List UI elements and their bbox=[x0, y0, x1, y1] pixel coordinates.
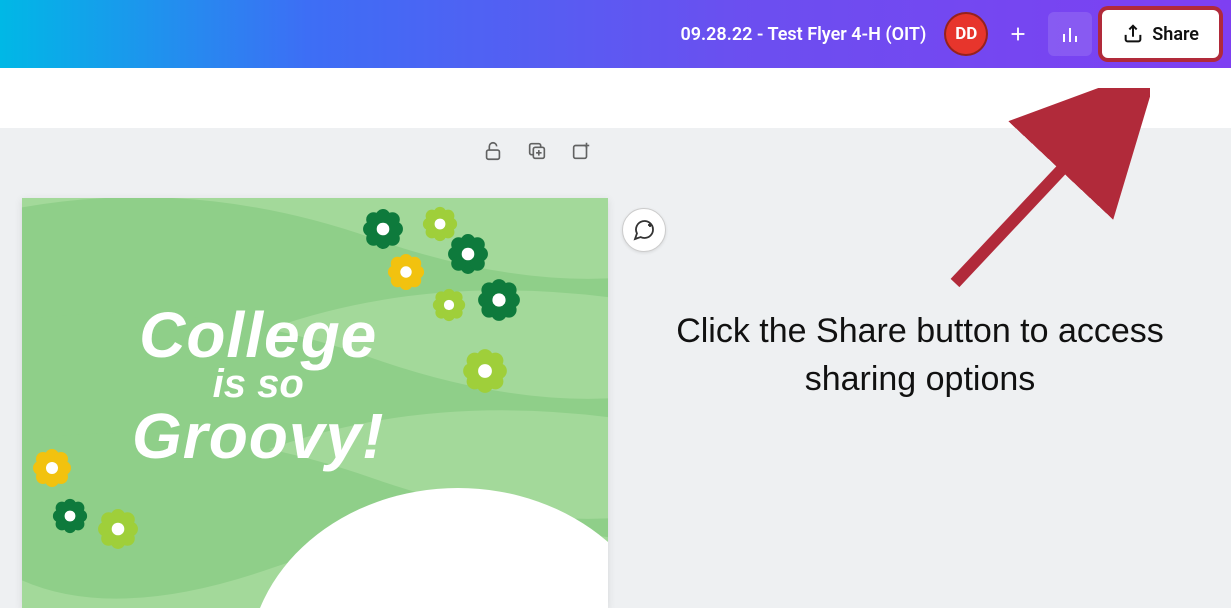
flower-icon bbox=[462, 348, 508, 394]
headline-line-1: College bbox=[132, 298, 384, 372]
page-actions bbox=[482, 140, 592, 162]
design-canvas[interactable]: College is so Groovy! bbox=[22, 198, 608, 608]
app-header: 09.28.22 - Test Flyer 4-H (OIT) DD Share bbox=[0, 0, 1231, 68]
add-page-icon[interactable] bbox=[570, 140, 592, 162]
flower-icon bbox=[387, 253, 425, 291]
add-member-button[interactable] bbox=[998, 14, 1038, 54]
document-title: 09.28.22 - Test Flyer 4-H (OIT) bbox=[680, 24, 926, 45]
flower-icon bbox=[477, 278, 521, 322]
flower-icon bbox=[432, 288, 466, 322]
headline-line-3: Groovy! bbox=[132, 399, 384, 473]
bar-chart-icon bbox=[1058, 22, 1082, 46]
plus-icon bbox=[1007, 23, 1029, 45]
design-headline: College is so Groovy! bbox=[132, 298, 384, 473]
user-avatar[interactable]: DD bbox=[944, 12, 988, 56]
flower-icon bbox=[32, 448, 72, 488]
flower-icon bbox=[97, 508, 139, 550]
analytics-button[interactable] bbox=[1048, 12, 1092, 56]
toolbar-strip bbox=[0, 68, 1231, 128]
comment-plus-icon bbox=[632, 218, 656, 242]
flower-icon bbox=[52, 498, 88, 534]
share-upload-icon bbox=[1122, 23, 1144, 45]
share-button[interactable]: Share bbox=[1102, 10, 1219, 58]
lock-icon[interactable] bbox=[482, 140, 504, 162]
flower-icon bbox=[447, 233, 489, 275]
share-button-label: Share bbox=[1152, 24, 1199, 45]
duplicate-icon[interactable] bbox=[526, 140, 548, 162]
flower-icon bbox=[362, 208, 404, 250]
canvas-area: College is so Groovy! Click the Share bu… bbox=[0, 128, 1231, 538]
add-comment-button[interactable] bbox=[622, 208, 666, 252]
instruction-text: Click the Share button to access sharing… bbox=[640, 308, 1200, 403]
